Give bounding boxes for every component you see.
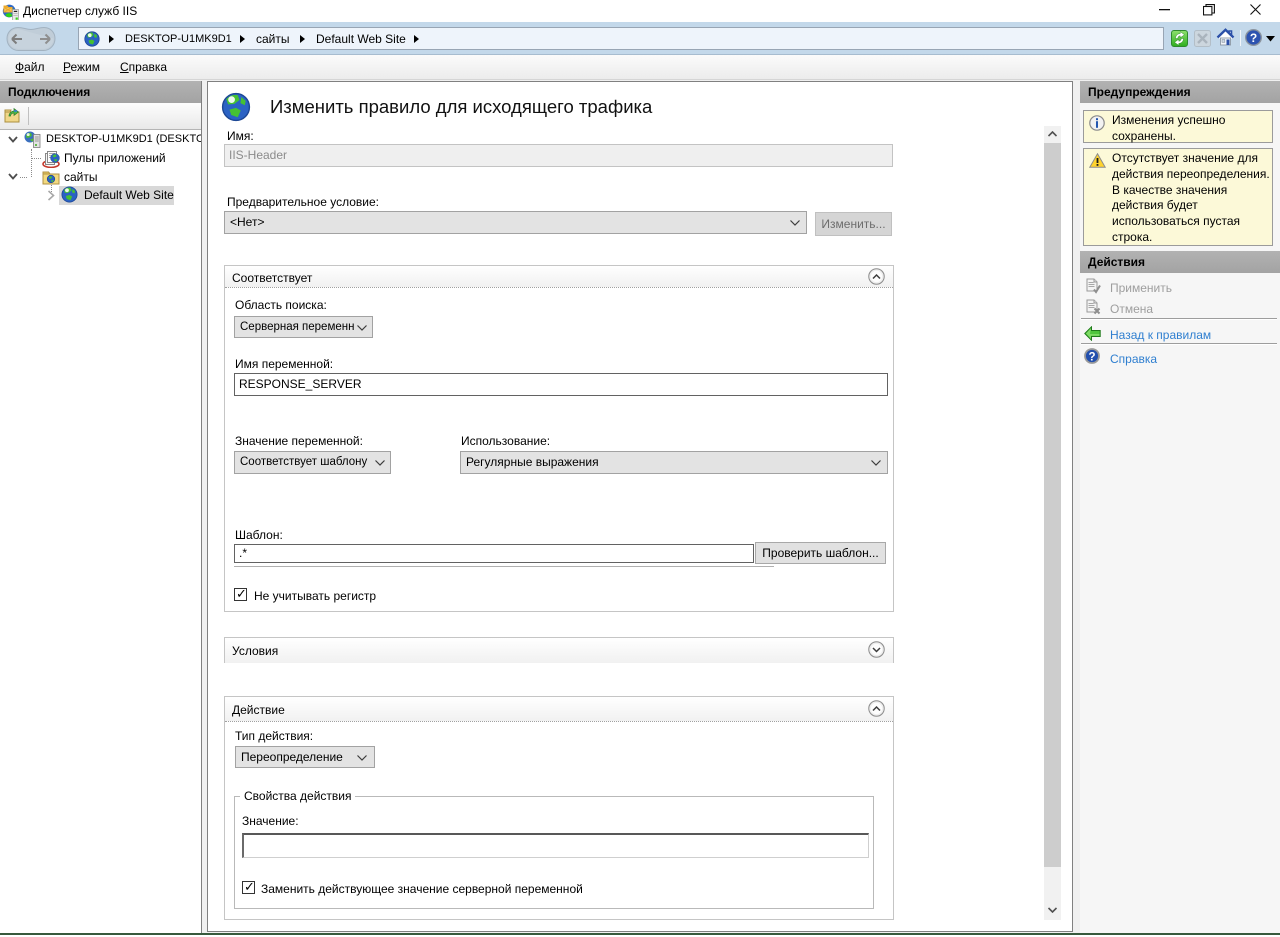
svg-text:?: ?: [1088, 351, 1095, 363]
svg-text:?: ?: [1250, 31, 1257, 45]
